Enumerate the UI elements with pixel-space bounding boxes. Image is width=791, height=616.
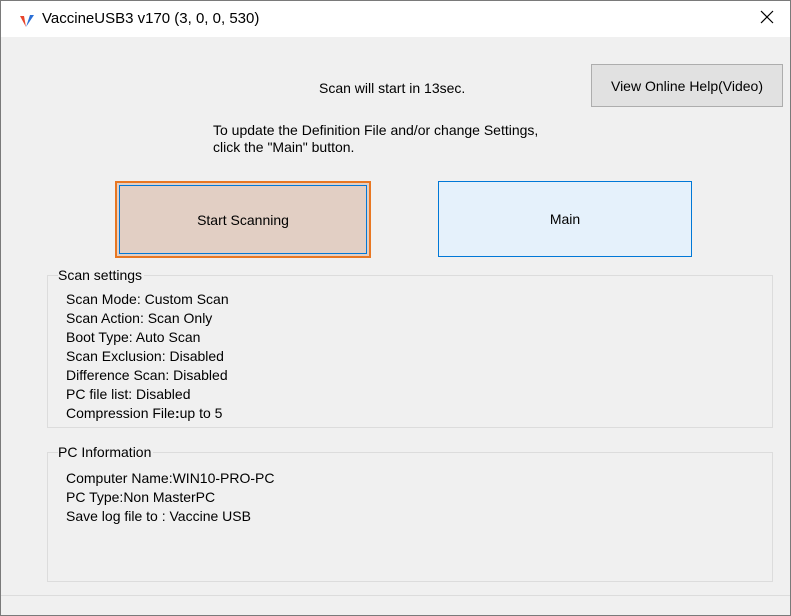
pc-file-list-line: PC file list: Disabled: [66, 386, 191, 402]
start-scanning-button[interactable]: Start Scanning: [115, 181, 371, 258]
pc-information-title: PC Information: [58, 444, 154, 460]
scan-settings-list: Scan Mode: Custom Scan Scan Action: Scan…: [66, 290, 229, 423]
main-button[interactable]: Main: [438, 181, 692, 257]
close-button[interactable]: [744, 1, 790, 37]
compression-file-value: up to 5: [179, 405, 223, 421]
compression-file-line: Compression File:up to 5: [66, 404, 229, 423]
pc-information-group: PC Information Computer Name:WIN10-PRO-P…: [47, 444, 773, 582]
close-icon: [760, 10, 774, 29]
vaccine-check-icon: [19, 13, 35, 29]
scan-settings-group: Scan settings Scan Mode: Custom Scan Sca…: [47, 267, 773, 428]
title-bar[interactable]: VaccineUSB3 v170 (3, 0, 0, 530): [1, 1, 790, 37]
boot-type-line: Boot Type: Auto Scan: [66, 329, 201, 345]
scan-action-line: Scan Action: Scan Only: [66, 310, 213, 326]
scan-mode-line: Scan Mode: Custom Scan: [66, 291, 229, 307]
instructions-line-1: To update the Definition File and/or cha…: [213, 122, 539, 138]
instructions-text: To update the Definition File and/or cha…: [213, 122, 538, 156]
compression-file-label: Compression File: [66, 405, 175, 421]
app-window: VaccineUSB3 v170 (3, 0, 0, 530) Scan wil…: [0, 0, 791, 616]
scan-exclusion-line: Scan Exclusion: Disabled: [66, 348, 224, 364]
pc-information-list: Computer Name:WIN10-PRO-PC PC Type:Non M…: [66, 469, 275, 526]
countdown-status: Scan will start in 13sec.: [319, 80, 466, 96]
pc-type-line: PC Type:Non MasterPC: [66, 489, 216, 505]
difference-scan-line: Difference Scan: Disabled: [66, 367, 228, 383]
view-online-help-button[interactable]: View Online Help(Video): [591, 64, 783, 107]
save-log-line: Save log file to : Vaccine USB: [66, 508, 251, 524]
instructions-line-2: click the "Main" button.: [213, 139, 355, 155]
bottom-divider: [1, 595, 790, 596]
window-title: VaccineUSB3 v170 (3, 0, 0, 530): [42, 10, 260, 27]
computer-name-line: Computer Name:WIN10-PRO-PC: [66, 470, 275, 486]
scan-settings-title: Scan settings: [58, 267, 145, 283]
